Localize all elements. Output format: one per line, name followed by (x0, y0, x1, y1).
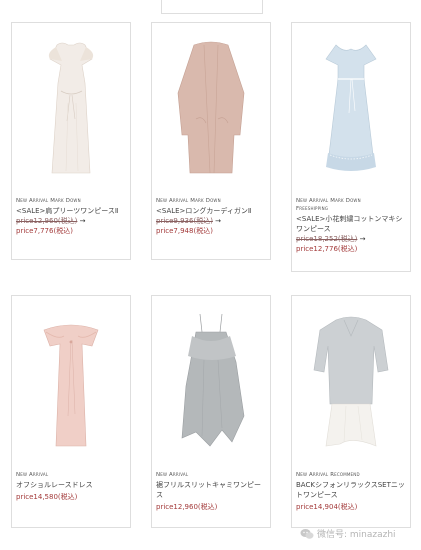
product-card[interactable]: New Arrival Mark Down <SALE>ロングカーディガンⅡ p… (151, 22, 271, 260)
product-tag: New Arrival Mark Down (156, 198, 221, 204)
product-card[interactable]: New Arrival Recommend BACKシフォンリラックスSETニッ… (291, 295, 411, 528)
original-price: price18,252(税込) → (296, 235, 366, 243)
wechat-watermark: 微信号: minazazhi (300, 527, 396, 540)
wechat-icon (300, 528, 314, 539)
previous-card-edge (161, 0, 263, 14)
product-price: price12,960(税込) (156, 503, 218, 511)
product-tag: New Arrival (16, 472, 49, 478)
product-tag: New Arrival Recommend (296, 472, 360, 478)
product-card[interactable]: New Arrival Mark Down Freeshipping <SALE… (291, 22, 411, 272)
product-price: price14,580(税込) (16, 493, 78, 501)
product-name[interactable]: <SALE>小花刺繍コットンマキシワンピース (296, 214, 406, 234)
product-tag: New Arrival (156, 472, 189, 478)
product-name[interactable]: オフショルレースドレス (16, 480, 126, 490)
watermark-text: 微信号: minazazhi (317, 530, 396, 540)
product-image[interactable] (152, 23, 270, 179)
product-name[interactable]: 裾フリルスリットキャミワンピース (156, 480, 266, 500)
product-image[interactable] (12, 296, 130, 452)
product-image[interactable] (292, 23, 410, 179)
product-name[interactable]: <SALE>ロングカーディガンⅡ (156, 206, 266, 216)
product-name[interactable]: BACKシフォンリラックスSETニットワンピース (296, 480, 406, 500)
product-name[interactable]: <SALE>肩プリーツワンピースⅡ (16, 206, 126, 216)
sale-price: price7,948(税込) (156, 227, 213, 235)
product-card[interactable]: New Arrival オフショルレースドレス price14,580(税込) (11, 295, 131, 528)
product-image[interactable] (292, 296, 410, 452)
product-tag: Freeshipping (296, 206, 329, 212)
sale-price: price7,776(税込) (16, 227, 73, 235)
product-tag: New Arrival Mark Down (16, 198, 81, 204)
product-tag: New Arrival Mark Down (296, 198, 361, 204)
product-price: price14,904(税込) (296, 503, 358, 511)
product-card[interactable]: New Arrival Mark Down <SALE>肩プリーツワンピースⅡ … (11, 22, 131, 260)
product-image[interactable] (152, 296, 270, 452)
original-price: price12,960(税込) → (16, 217, 86, 225)
product-card[interactable]: New Arrival 裾フリルスリットキャミワンピース price12,960… (151, 295, 271, 528)
original-price: price9,936(税込) → (156, 217, 222, 225)
product-image[interactable] (12, 23, 130, 179)
sale-price: price12,776(税込) (296, 245, 358, 253)
